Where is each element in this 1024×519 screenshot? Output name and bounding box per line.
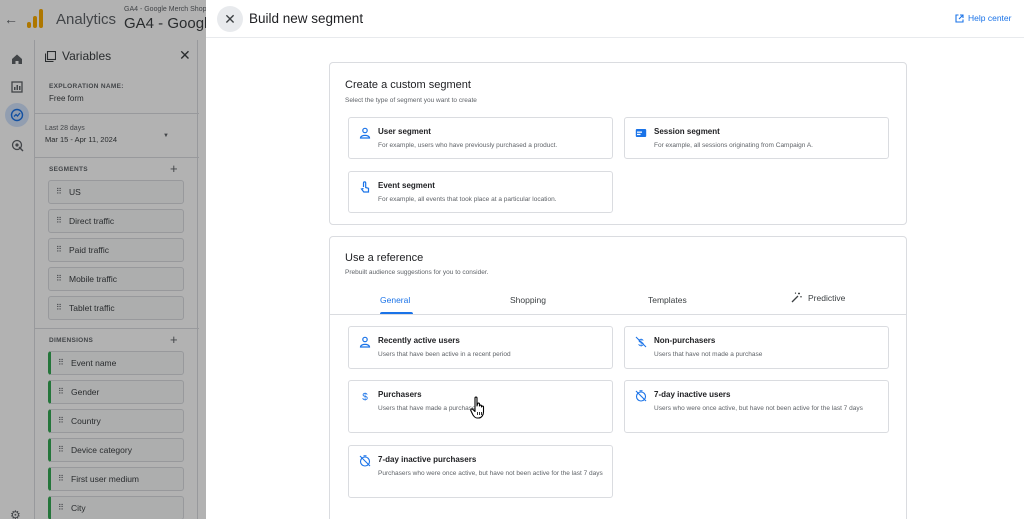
option-description: For example, users who have previously p…	[378, 142, 558, 149]
option-title: User segment	[378, 127, 431, 136]
close-icon: ✕	[224, 10, 236, 27]
hand-pointer-cursor-icon	[470, 396, 485, 419]
header-divider	[206, 37, 1024, 38]
tab-shopping[interactable]: Shopping	[510, 295, 546, 305]
option-description: For example, all events that took place …	[378, 196, 557, 203]
reference-card: Use a reference Prebuilt audience sugges…	[329, 236, 907, 519]
event-segment-option[interactable]: Event segment For example, all events th…	[348, 171, 613, 213]
tab-predictive[interactable]: Predictive	[791, 292, 845, 303]
no-dollar-icon: $	[635, 336, 647, 348]
inactive-timer-icon	[359, 455, 371, 467]
non-purchasers-option[interactable]: $ Non-purchasers Users that have not mad…	[624, 326, 889, 369]
inactive-timer-icon	[635, 390, 647, 402]
option-description: Users that have made a purchase	[378, 405, 476, 412]
option-title: Non-purchasers	[654, 336, 716, 345]
tab-templates[interactable]: Templates	[648, 295, 687, 305]
reference-subtitle: Prebuilt audience suggestions for you to…	[345, 269, 489, 276]
inactive-users-option[interactable]: 7-day inactive users Users who were once…	[624, 380, 889, 433]
help-center-label: Help center	[968, 13, 1012, 23]
option-title: 7-day inactive users	[654, 390, 731, 399]
sheet-title: Build new segment	[249, 11, 364, 26]
user-segment-option[interactable]: User segment For example, users who have…	[348, 117, 613, 159]
svg-text:$: $	[362, 392, 368, 402]
reference-title: Use a reference	[345, 252, 424, 264]
option-description: Users who were once active, but have not…	[654, 405, 863, 412]
tabs-divider	[330, 314, 906, 315]
option-description: Users that have not made a purchase	[654, 351, 763, 358]
option-description: Users that have been active in a recent …	[378, 351, 511, 358]
option-title: Recently active users	[378, 336, 460, 345]
option-description: Purchasers who were once active, but hav…	[378, 470, 603, 477]
build-segment-sheet: ✕ Build new segment Help center Create a…	[206, 0, 1024, 519]
custom-segment-card: Create a custom segment Select the type …	[329, 62, 907, 225]
option-description: For example, all sessions originating fr…	[654, 142, 813, 149]
session-icon	[635, 129, 647, 137]
event-touch-icon	[360, 181, 370, 193]
session-segment-option[interactable]: Session segment For example, all session…	[624, 117, 889, 159]
close-sheet-button[interactable]: ✕	[217, 6, 243, 32]
option-title: 7-day inactive purchasers	[378, 455, 477, 464]
custom-segment-title: Create a custom segment	[345, 79, 471, 91]
dollar-icon: $	[362, 392, 368, 402]
open-in-new-icon	[955, 13, 964, 23]
modal-backdrop[interactable]	[0, 0, 206, 519]
custom-segment-subtitle: Select the type of segment you want to c…	[345, 97, 477, 104]
help-center-link[interactable]: Help center	[955, 13, 1011, 23]
person-icon	[359, 127, 371, 139]
tab-general[interactable]: General	[380, 295, 410, 305]
option-title: Event segment	[378, 181, 435, 190]
person-icon	[359, 336, 371, 348]
inactive-purchasers-option[interactable]: 7-day inactive purchasers Purchasers who…	[348, 445, 613, 498]
recently-active-users-option[interactable]: Recently active users Users that have be…	[348, 326, 613, 369]
option-title: Purchasers	[378, 390, 422, 399]
option-title: Session segment	[654, 127, 720, 136]
tab-predictive-label: Predictive	[808, 292, 846, 303]
magic-wand-icon	[791, 292, 802, 303]
